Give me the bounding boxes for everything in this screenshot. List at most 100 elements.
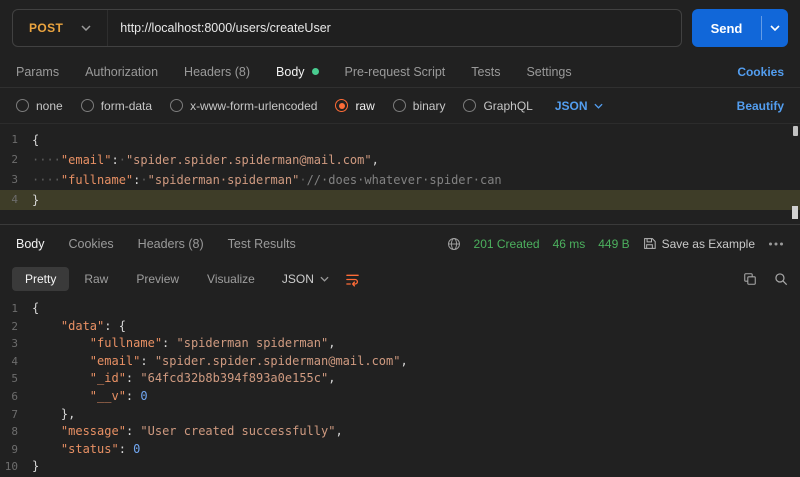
radio-label: GraphQL [483, 99, 532, 113]
method-label: POST [29, 21, 63, 35]
line-number: 4 [0, 190, 32, 210]
code-text: "_id": "64fcd32b8b394f893a0e155c", [32, 370, 800, 388]
tab-settings[interactable]: Settings [526, 65, 571, 79]
response-language-select[interactable]: JSON [282, 272, 329, 286]
code-text: } [32, 458, 800, 476]
postman-app: POST Send Params Authorization Headers (… [0, 0, 800, 477]
wrap-text-button[interactable] [345, 272, 360, 287]
code-line[interactable]: 9 "status": 0 [0, 441, 800, 459]
radio-none[interactable]: none [16, 99, 63, 113]
line-number: 2 [0, 318, 32, 336]
code-text: "status": 0 [32, 441, 800, 459]
line-number: 4 [0, 353, 32, 371]
code-line[interactable]: 1{ [0, 300, 800, 318]
tab-response-cookies[interactable]: Cookies [69, 237, 114, 251]
response-body-editor[interactable]: 1{2 "data": {3 "fullname": "spiderman sp… [0, 296, 800, 477]
code-line[interactable]: 1{ [0, 130, 800, 150]
request-tabs: Params Authorization Headers (8) Body Pr… [0, 56, 800, 88]
line-number: 6 [0, 388, 32, 406]
tab-body[interactable]: Body [276, 65, 319, 79]
line-number: 3 [0, 170, 32, 190]
network-globe-icon[interactable] [447, 237, 461, 251]
search-button[interactable] [774, 272, 788, 286]
ellipsis-icon [768, 242, 784, 246]
tab-visualize[interactable]: Visualize [194, 267, 268, 291]
tab-label: Body [276, 65, 305, 79]
save-icon [643, 237, 656, 250]
tab-tests[interactable]: Tests [471, 65, 500, 79]
tab-label: Pre-request Script [345, 65, 446, 79]
line-number: 1 [0, 300, 32, 318]
send-options-chevron-down-icon[interactable] [762, 25, 788, 31]
tab-label: Headers (8) [184, 65, 250, 79]
method-select[interactable]: POST [13, 10, 107, 46]
code-text: }, [32, 406, 800, 424]
radio-label: none [36, 99, 63, 113]
line-number: 3 [0, 335, 32, 353]
send-button[interactable]: Send [692, 9, 788, 47]
response-view-toolbar: Pretty Raw Preview Visualize JSON [0, 262, 800, 296]
code-line[interactable]: 8 "message": "User created successfully"… [0, 423, 800, 441]
response-stats: 201 Created 46 ms 449 B Save as Example [447, 237, 784, 251]
tab-raw[interactable]: Raw [71, 267, 121, 291]
radio-icon [463, 99, 476, 112]
tab-pretty[interactable]: Pretty [12, 267, 69, 291]
radio-label: form-data [101, 99, 152, 113]
url-box: POST [12, 9, 682, 47]
code-line[interactable]: 5 "_id": "64fcd32b8b394f893a0e155c", [0, 370, 800, 388]
tab-label: Settings [526, 65, 571, 79]
status-badge[interactable]: 201 Created [474, 237, 540, 251]
beautify-link[interactable]: Beautify [737, 99, 784, 113]
cookies-link[interactable]: Cookies [737, 65, 784, 79]
more-options-button[interactable] [768, 242, 784, 246]
save-as-example-label: Save as Example [662, 237, 755, 251]
tab-pre-request-script[interactable]: Pre-request Script [345, 65, 446, 79]
code-line[interactable]: 3····"fullname":·"spiderman·spiderman"·/… [0, 170, 800, 190]
radio-label: raw [355, 99, 374, 113]
save-as-example-button[interactable]: Save as Example [643, 237, 755, 251]
body-modified-dot [312, 68, 319, 75]
radio-icon [81, 99, 94, 112]
raw-language-select[interactable]: JSON [555, 99, 603, 113]
tab-headers[interactable]: Headers (8) [184, 65, 250, 79]
line-number: 1 [0, 130, 32, 150]
code-line[interactable]: 4} [0, 190, 800, 210]
radio-binary[interactable]: binary [393, 99, 446, 113]
radio-raw[interactable]: raw [335, 99, 374, 113]
tab-authorization[interactable]: Authorization [85, 65, 158, 79]
tab-label: Tests [471, 65, 500, 79]
chevron-down-icon [81, 25, 91, 31]
copy-button[interactable] [743, 272, 757, 286]
radio-graphql[interactable]: GraphQL [463, 99, 532, 113]
code-line[interactable]: 10} [0, 458, 800, 476]
radio-label: x-www-form-urlencoded [190, 99, 317, 113]
response-size[interactable]: 449 B [598, 237, 629, 251]
request-body-editor[interactable]: 1{2····"email":·"spider.spider.spiderman… [0, 124, 800, 225]
code-line[interactable]: 2 "data": { [0, 318, 800, 336]
tab-preview[interactable]: Preview [123, 267, 192, 291]
radio-icon [393, 99, 406, 112]
radio-x-www-form-urlencoded[interactable]: x-www-form-urlencoded [170, 99, 317, 113]
code-line[interactable]: 4 "email": "spider.spider.spiderman@mail… [0, 353, 800, 371]
chevron-down-icon [594, 103, 603, 109]
radio-label: binary [413, 99, 446, 113]
tab-response-body[interactable]: Body [16, 237, 45, 251]
code-text: "message": "User created successfully", [32, 423, 800, 441]
tab-response-headers[interactable]: Headers (8) [138, 237, 204, 251]
radio-form-data[interactable]: form-data [81, 99, 152, 113]
tab-test-results[interactable]: Test Results [228, 237, 296, 251]
body-type-bar: none form-data x-www-form-urlencoded raw… [0, 88, 800, 124]
code-text: { [32, 130, 800, 150]
code-line[interactable]: 3 "fullname": "spiderman spiderman", [0, 335, 800, 353]
code-text: "data": { [32, 318, 800, 336]
wrap-text-icon [345, 272, 360, 287]
code-line[interactable]: 6 "__v": 0 [0, 388, 800, 406]
line-number: 8 [0, 423, 32, 441]
radio-icon [170, 99, 183, 112]
tab-label: Params [16, 65, 59, 79]
code-line[interactable]: 7 }, [0, 406, 800, 424]
url-input[interactable] [120, 10, 681, 46]
code-line[interactable]: 2····"email":·"spider.spider.spiderman@m… [0, 150, 800, 170]
response-time[interactable]: 46 ms [553, 237, 586, 251]
tab-params[interactable]: Params [16, 65, 59, 79]
